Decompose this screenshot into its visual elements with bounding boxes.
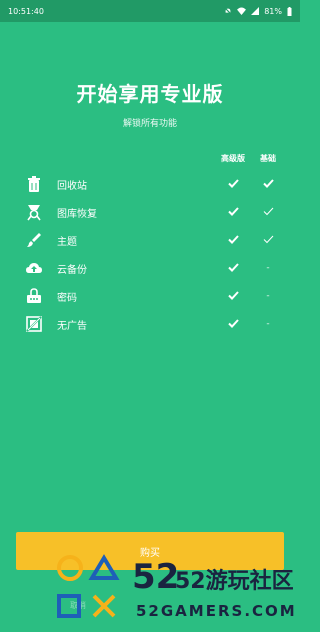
no-ads-icon [26,316,42,332]
basic-unavailable-mark: - [266,291,270,301]
bell-off-icon [224,7,232,15]
watermark-circle-shape [57,555,83,581]
column-header-pro: 高级版 [221,154,245,163]
pro-check-icon [213,231,253,249]
status-icons: 81% [224,6,292,16]
wifi-icon [237,7,247,15]
basic-check-light-icon [248,231,288,249]
watermark-logo: 52 52游玩社区 52GAMERS.COM [57,554,297,620]
brush-icon [27,233,41,247]
status-time: 10:51:40 [8,6,44,16]
column-header-basic: 基础 [260,154,276,163]
watermark-cross-shape [92,594,116,618]
pro-check-icon [213,175,253,193]
basic-check-icon [248,175,288,193]
trash-icon [28,176,40,192]
feature-label: 云备份 [57,265,87,276]
pro-check-icon [213,203,253,221]
feature-row-password: 密码 - [0,285,300,307]
basic-unavailable-mark: - [266,319,270,329]
pro-check-icon [213,259,253,277]
battery-icon [287,6,292,16]
watermark-domain: 52GAMERS.COM [136,602,297,620]
watermark-number: 52 [132,557,179,597]
feature-row-no-ads: 无广告 - [0,313,300,335]
feature-row-recycle-bin: 回收站 [0,173,300,195]
lock-icon [27,288,41,303]
basic-check-light-icon [248,203,288,221]
page-title: 开始享用专业版 [76,82,224,106]
feature-label: 主题 [57,237,77,248]
feature-label: 密码 [57,293,77,304]
restore-photo-icon [27,205,41,221]
feature-label: 回收站 [57,181,87,192]
watermark-triangle-shape [88,554,120,580]
feature-label: 无广告 [57,321,87,332]
page-subtitle: 解锁所有功能 [122,119,177,129]
feature-row-cloud-backup: 云备份 - [0,257,300,279]
pro-check-icon [213,315,253,333]
feature-row-photo-restore: 图库恢复 [0,201,300,223]
battery-percent: 81% [264,6,282,16]
feature-row-theme: 主题 [0,229,300,251]
signal-icon [251,7,260,15]
feature-label: 图库恢复 [57,209,97,220]
pro-check-icon [213,287,253,305]
basic-unavailable-mark: - [266,263,270,273]
watermark-brand: 52游玩社区 [175,568,294,594]
watermark-square-shape [57,594,81,618]
cloud-upload-icon [26,263,42,273]
status-bar: 10:51:40 81% [0,0,300,22]
